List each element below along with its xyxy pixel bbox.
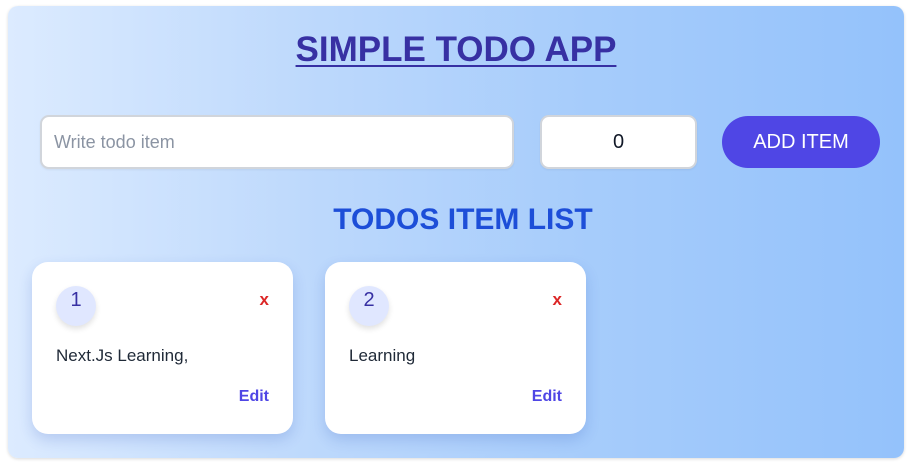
todo-card: 1 x Next.Js Learning, Edit [32,262,293,434]
todo-number-input[interactable] [540,115,697,169]
edit-todo-button[interactable]: Edit [532,388,562,406]
delete-todo-button[interactable]: x [553,290,562,310]
add-item-button[interactable]: ADD ITEM [722,116,880,168]
page-title: SIMPLE TODO APP [295,30,617,69]
todo-app-panel: SIMPLE TODO APP ADD ITEM TODOS ITEM LIST… [8,6,904,458]
todo-number-badge: 1 [56,286,96,326]
delete-todo-button[interactable]: x [260,290,269,310]
todo-text: Next.Js Learning, [56,346,189,365]
todo-text: Learning [349,346,416,365]
todo-number-badge: 2 [349,286,389,326]
todo-text-input[interactable] [40,115,514,169]
todo-card: 2 x Learning Edit [325,262,586,434]
todo-list-title: TODOS ITEM LIST [333,203,593,236]
edit-todo-button[interactable]: Edit [239,388,269,406]
